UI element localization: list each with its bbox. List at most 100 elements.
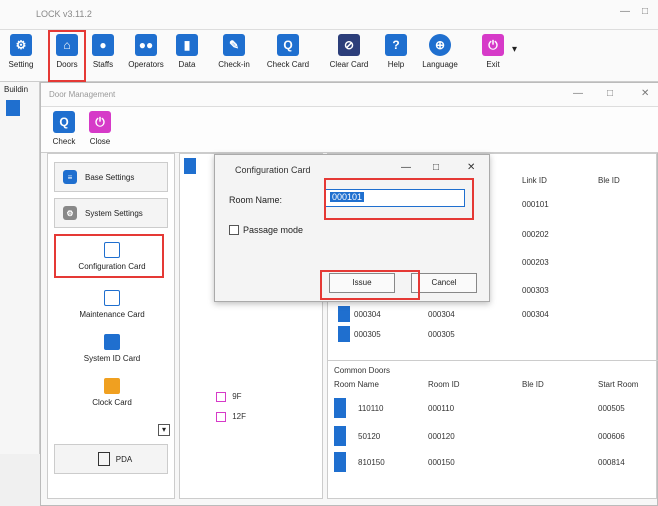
clock-card-item[interactable]: Clock Card (48, 378, 176, 407)
toolbar-staffs-label: Staffs (92, 60, 114, 69)
pda-button[interactable]: PDA (54, 444, 168, 474)
common-door-room-id: 000110 (428, 404, 455, 413)
room-link-id: 000303 (522, 286, 549, 295)
building-icon[interactable] (184, 158, 196, 174)
help-icon: ? (385, 34, 407, 56)
toolbar-language-label: Language (422, 60, 458, 69)
toolbar-check-card-label: Check Card (266, 60, 310, 69)
building-label: Buildin (4, 85, 29, 94)
minimize-button[interactable]: — (620, 6, 630, 17)
column-header-ble-id: Ble ID (598, 176, 620, 185)
toolbar-clear-card-button[interactable]: ⊘ Clear Card (322, 34, 376, 69)
room-link-id: 000202 (522, 230, 549, 239)
passage-mode-label: Passage mode (243, 225, 304, 235)
close-label: Close (89, 137, 111, 146)
panel-scroll-down-button[interactable]: ▾ (158, 424, 170, 436)
common-door-start-room: 000814 (598, 458, 625, 467)
maintenance-card-item[interactable]: Maintenance Card (48, 290, 176, 319)
room-name-label: Room Name: (229, 195, 283, 205)
clear-icon: ⊘ (338, 34, 360, 56)
toolbar-setting-label: Setting (8, 60, 34, 69)
toolbar-exit-label: Exit (486, 60, 500, 69)
toolbar-check-card-button[interactable]: Q Check Card (260, 34, 316, 69)
door-icon[interactable] (334, 452, 346, 472)
toolbar-exit-button[interactable]: ⏻ Exit (478, 34, 508, 69)
globe-icon: ⊕ (429, 34, 451, 56)
floor-item[interactable]: 9F (216, 392, 242, 402)
maximize-button[interactable]: □ (642, 6, 648, 17)
door-management-title: Door Management (49, 90, 116, 99)
building-panel: Buildin (0, 82, 40, 454)
clock-icon (104, 378, 120, 394)
key-icon: ✎ (223, 34, 245, 56)
dialog-close-button[interactable]: ✕ (467, 162, 475, 173)
column-header-link-id: Link ID (522, 176, 547, 185)
passage-mode-checkbox[interactable] (229, 225, 239, 235)
room-name: 000305 (354, 330, 381, 339)
common-door-start-room: 000606 (598, 432, 625, 441)
base-settings-button[interactable]: ≡ Base Settings (54, 162, 168, 192)
pda-label: PDA (115, 454, 133, 464)
check-label: Check (52, 137, 76, 146)
column-header-room-name: Room Name (334, 380, 379, 389)
door-maximize-button[interactable]: □ (607, 88, 613, 99)
close-button[interactable]: ⏻ Close (87, 111, 113, 146)
toolbar-staffs-button[interactable]: ● Staffs (88, 34, 118, 69)
floor-item[interactable]: 12F (216, 412, 246, 422)
room-icon[interactable] (338, 326, 350, 342)
power-icon: ⏻ (482, 34, 504, 56)
door-icon[interactable] (334, 426, 346, 446)
floor-icon (216, 412, 226, 422)
toolbar-setting-button[interactable]: ⚙ Setting (6, 34, 36, 69)
room-icon[interactable] (338, 306, 350, 322)
column-header-room-id: Room ID (428, 380, 460, 389)
maintenance-card-label: Maintenance Card (79, 310, 145, 319)
door-toolbar: Q Check ⏻ Close (41, 107, 658, 153)
toolbar-data-button[interactable]: ▮ Data (172, 34, 202, 69)
staff-icon: ● (92, 34, 114, 56)
column-header-start-room: Start Room (598, 380, 639, 389)
cancel-button[interactable]: Cancel (411, 273, 477, 293)
floor-label: 12F (232, 412, 247, 422)
room-id: 000305 (428, 330, 455, 339)
base-settings-label: Base Settings (85, 172, 135, 182)
system-id-card-item[interactable]: System ID Card (48, 334, 176, 363)
toolbar-help-label: Help (387, 60, 405, 69)
common-door-room-id: 000150 (428, 458, 455, 467)
app-title-bar: LOCK v3.11.2 — □ (0, 0, 658, 30)
dialog-maximize-button[interactable]: □ (433, 162, 439, 173)
main-toolbar: ⚙ Setting ⌂ Doors ● Staffs ●● Operators … (0, 30, 658, 82)
floor-icon (216, 392, 226, 402)
clock-card-label: Clock Card (92, 398, 132, 407)
door-minimize-button[interactable]: — (573, 88, 583, 99)
door-icon[interactable] (334, 398, 346, 418)
section-divider (328, 360, 658, 361)
toolbar-overflow-chevron-icon[interactable]: ▾ (512, 44, 517, 55)
system-settings-button[interactable]: ⚙ System Settings (54, 198, 168, 228)
system-settings-label: System Settings (85, 208, 143, 218)
gear-icon: ⚙ (63, 206, 77, 220)
building-icon[interactable] (6, 100, 20, 116)
dialog-minimize-button[interactable]: — (401, 162, 411, 173)
power-icon: ⏻ (89, 111, 111, 133)
toolbar-operators-label: Operators (128, 60, 164, 69)
check-button[interactable]: Q Check (51, 111, 77, 146)
toolbar-language-button[interactable]: ⊕ Language (416, 34, 464, 69)
toolbar-help-button[interactable]: ? Help (384, 34, 408, 69)
doors-highlight-box (48, 30, 86, 82)
pda-icon (97, 452, 110, 466)
room-link-id: 000203 (522, 258, 549, 267)
common-door-room-id: 000120 (428, 432, 455, 441)
id-card-icon (104, 334, 120, 350)
search-icon: Q (277, 34, 299, 56)
toolbar-operators-button[interactable]: ●● Operators (124, 34, 168, 69)
common-door-start-room: 000505 (598, 404, 625, 413)
room-name-highlight-box (324, 178, 474, 220)
toolbar-checkin-button[interactable]: ✎ Check-in (214, 34, 254, 69)
issue-highlight-box (320, 270, 420, 300)
door-close-button[interactable]: ✕ (641, 88, 649, 99)
card-icon (104, 290, 120, 306)
dialog-title: Configuration Card (235, 165, 311, 175)
system-id-card-label: System ID Card (83, 354, 141, 363)
door-management-title-bar: Door Management — □ ✕ (41, 83, 658, 107)
